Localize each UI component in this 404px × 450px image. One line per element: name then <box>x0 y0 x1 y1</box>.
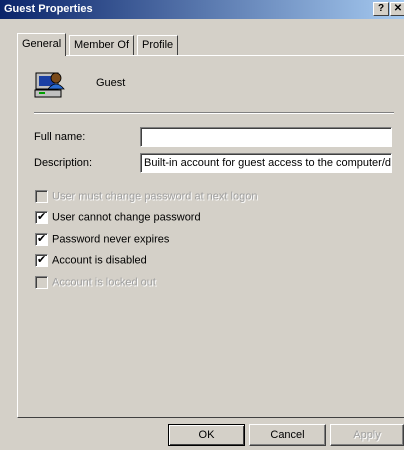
checkbox-box[interactable]: ✔ <box>35 233 48 246</box>
check-mark-icon: ✔ <box>37 233 47 245</box>
apply-button[interactable]: Apply <box>330 424 404 446</box>
tab-member-of[interactable]: Member Of <box>69 35 135 55</box>
tab-profile[interactable]: Profile <box>137 35 179 55</box>
title-bar: Guest Properties ? ✕ <box>0 0 404 19</box>
full-name-field[interactable] <box>140 127 392 147</box>
account-locked-out-checkbox[interactable]: Account is locked out <box>35 276 156 290</box>
checkbox-label: User cannot change password <box>52 211 201 224</box>
help-button[interactable]: ? <box>373 2 389 16</box>
description-label: Description: <box>34 157 93 169</box>
check-mark-icon: ✔ <box>37 254 47 266</box>
must-change-password-checkbox[interactable]: User must change password at next logon <box>35 190 257 204</box>
check-mark-icon: ✔ <box>37 211 47 223</box>
full-name-label: Full name: <box>34 131 86 143</box>
tab-general[interactable]: General <box>17 33 67 56</box>
password-never-expires-checkbox[interactable]: ✔ Password never expires <box>35 233 169 247</box>
description-field[interactable]: Built-in account for guest access to the… <box>140 153 392 173</box>
close-button[interactable]: ✕ <box>390 2 404 16</box>
checkbox-box[interactable] <box>35 276 48 289</box>
account-disabled-checkbox[interactable]: ✔ Account is disabled <box>35 254 147 268</box>
user-computer-icon <box>34 72 65 98</box>
divider <box>34 112 394 114</box>
checkbox-label: User must change password at next logon <box>52 190 258 203</box>
cannot-change-password-checkbox[interactable]: ✔ User cannot change password <box>35 211 201 225</box>
ok-button[interactable]: OK <box>168 424 245 446</box>
checkbox-label: Account is locked out <box>52 276 156 289</box>
checkbox-label: Account is disabled <box>52 254 147 267</box>
checkbox-label: Password never expires <box>52 233 170 246</box>
window-title: Guest Properties <box>4 3 93 15</box>
cancel-button[interactable]: Cancel <box>249 424 326 446</box>
checkbox-box[interactable]: ✔ <box>35 211 48 224</box>
checkbox-box[interactable] <box>35 190 48 203</box>
user-name: Guest <box>96 77 126 89</box>
checkbox-box[interactable]: ✔ <box>35 254 48 267</box>
